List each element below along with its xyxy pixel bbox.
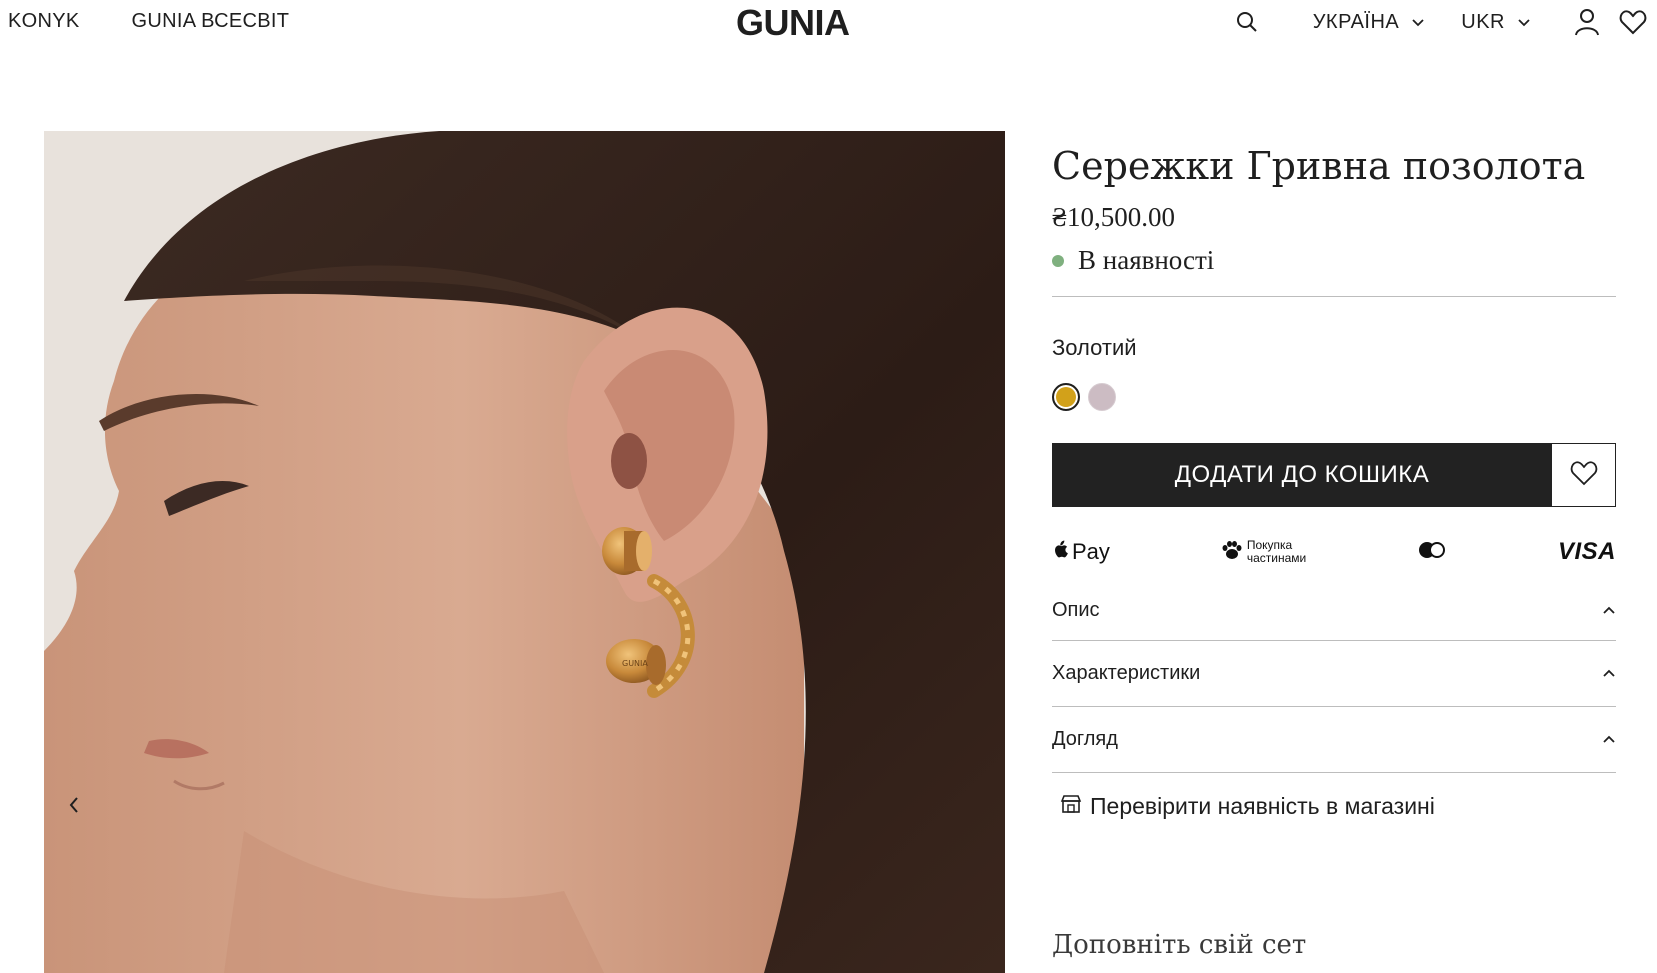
add-to-cart-button[interactable]: ДОДАТИ ДО КОШИКА (1052, 443, 1552, 507)
mastercard-icon (1417, 541, 1447, 564)
apple-icon (1052, 540, 1068, 564)
site-logo[interactable]: GUNIA (736, 2, 850, 44)
stock-indicator-icon (1052, 254, 1064, 267)
pay-in-parts-line1: Покупка (1246, 538, 1293, 552)
visa-logo: VISA (1558, 538, 1616, 566)
store-check-label: Перевірити наявність в магазині (1090, 793, 1435, 819)
payment-methods: Pay Покупка частинами VISA (1052, 537, 1616, 567)
image-prev-button[interactable] (60, 791, 88, 819)
product-image[interactable]: GUNIA (44, 131, 1005, 973)
country-label: УКРАЇНА (1312, 10, 1400, 33)
apple-pay-logo: Pay (1052, 539, 1110, 565)
add-to-wishlist-button[interactable] (1552, 443, 1616, 507)
nav-link-konyk[interactable]: KONYK (8, 10, 80, 33)
site-header: KONYK GUNIA ВСЕСВІТ GUNIA УКРАЇНА UKR (0, 0, 1657, 44)
pay-in-parts-logo: Покупка частинами (1221, 539, 1306, 565)
complete-your-set-heading: Доповніть свій сет (1052, 930, 1307, 960)
accordion-label: Догляд (1052, 728, 1118, 750)
mastercard-logo (1417, 541, 1447, 564)
visa-text: VISA (1557, 538, 1616, 565)
chevron-up-icon (1602, 731, 1616, 749)
stock-label: В наявності (1078, 245, 1215, 275)
chevron-down-icon (1411, 11, 1425, 34)
paw-icon (1221, 540, 1243, 565)
selected-color-label: Золотий (1052, 335, 1137, 360)
swatch-rose[interactable] (1088, 383, 1116, 411)
accordion-label: Характеристики (1052, 662, 1201, 684)
country-selector[interactable]: УКРАЇНА (1313, 11, 1426, 34)
chevron-up-icon (1602, 665, 1616, 683)
header-actions: УКРАЇНА UKR (1233, 4, 1647, 40)
accordion-description[interactable]: Опис (1052, 581, 1616, 641)
stock-status: В наявності (1052, 245, 1616, 276)
search-icon[interactable] (1233, 8, 1261, 36)
pay-in-parts-line2: частинами (1246, 551, 1307, 565)
chevron-left-icon (68, 796, 80, 814)
check-store-availability-link[interactable]: Перевірити наявність в магазині (1060, 793, 1616, 820)
language-selector[interactable]: UKR (1461, 11, 1531, 34)
store-icon (1060, 794, 1082, 819)
color-swatches (1052, 383, 1616, 411)
apple-pay-text: Pay (1072, 539, 1110, 564)
product-title: Сережки Гривна позолота (1052, 144, 1586, 188)
main-nav: KONYK GUNIA ВСЕСВІТ (8, 10, 289, 33)
language-label: UKR (1461, 10, 1505, 33)
nav-link-gunia-world[interactable]: GUNIA ВСЕСВІТ (132, 10, 290, 33)
swatch-gold[interactable] (1052, 383, 1080, 411)
product-info-panel: Сережки Гривна позолота ₴10,500.00 В ная… (1052, 131, 1616, 820)
accordion-specifications[interactable]: Характеристики (1052, 641, 1616, 707)
accordion-label: Опис (1052, 599, 1100, 621)
divider (1052, 296, 1616, 297)
chevron-up-icon (1602, 602, 1616, 620)
accordion-care[interactable]: Догляд (1052, 707, 1616, 773)
earring-engraving: GUNIA (622, 659, 648, 668)
heart-icon[interactable] (1619, 8, 1647, 36)
heart-icon (1570, 460, 1598, 491)
product-price: ₴10,500.00 (1052, 202, 1176, 232)
chevron-down-icon (1517, 11, 1531, 34)
cart-row: ДОДАТИ ДО КОШИКА (1052, 443, 1616, 507)
product-accordion: Опис Характеристики Догляд (1052, 581, 1616, 773)
user-icon[interactable] (1573, 8, 1601, 36)
